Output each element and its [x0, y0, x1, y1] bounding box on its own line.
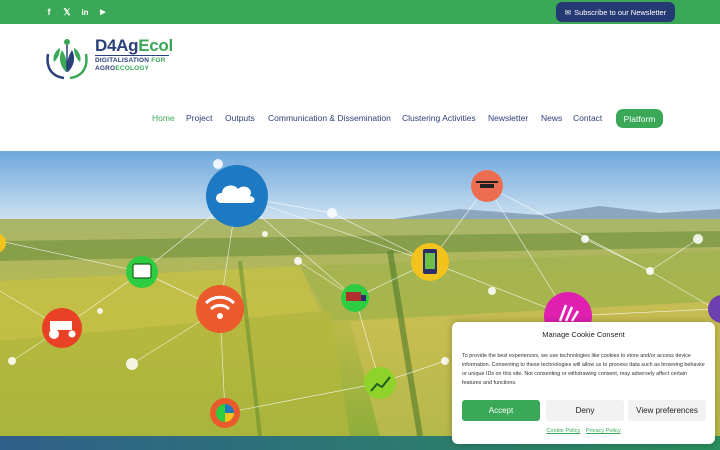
growth-chart-icon	[364, 367, 396, 399]
top-bar: f 𝕏 in ▶ ✉ Subscribe to our Newsletter	[0, 0, 720, 24]
platform-button[interactable]: Platform	[616, 109, 663, 128]
youtube-icon[interactable]: ▶	[97, 6, 109, 18]
tractor-icon	[42, 308, 82, 348]
cookie-title: Manage Cookie Consent	[542, 330, 625, 339]
accept-button[interactable]: Accept	[462, 400, 540, 421]
x-icon[interactable]: 𝕏	[61, 6, 73, 18]
site-header: D4AgEcol DIGITALISATION FOR AGROECOLOGY …	[0, 24, 720, 151]
nav-home[interactable]: Home	[152, 113, 175, 123]
facebook-icon[interactable]: f	[43, 6, 55, 18]
subscribe-newsletter-button[interactable]: ✉ Subscribe to our Newsletter	[556, 2, 675, 22]
truck-icon	[341, 284, 369, 312]
page: f 𝕏 in ▶ ✉ Subscribe to our Newsletter D…	[0, 0, 720, 450]
nav-communication-dissemination[interactable]: Communication & Dissemination	[268, 113, 391, 123]
leaf-logo-icon	[46, 39, 88, 80]
cookie-description: To provide the best experiences, we use …	[462, 353, 706, 386]
cookie-links: Cookie Policy Privacy Policy	[452, 428, 715, 434]
nav-news[interactable]: News	[541, 113, 562, 123]
tablet-icon	[126, 256, 158, 288]
pie-chart-icon	[210, 398, 240, 428]
smartphone-icon	[411, 243, 449, 281]
site-logo[interactable]: D4AgEcol DIGITALISATION FOR AGROECOLOGY	[44, 36, 176, 80]
envelope-icon: ✉	[564, 7, 572, 17]
view-preferences-button[interactable]: View preferences	[628, 400, 706, 421]
nav-outputs[interactable]: Outputs	[225, 113, 255, 123]
cloud-icon	[206, 165, 268, 227]
subscribe-label: Subscribe to our Newsletter	[574, 7, 667, 17]
nav-project[interactable]: Project	[186, 113, 212, 123]
nav-clustering-activities[interactable]: Clustering Activities	[402, 113, 476, 123]
linkedin-icon[interactable]: in	[79, 6, 91, 18]
nav-contact[interactable]: Contact	[573, 113, 602, 123]
logo-subtitle-2: AGROECOLOGY	[95, 65, 150, 72]
privacy-policy-link[interactable]: Privacy Policy	[586, 428, 621, 434]
logo-subtitle: DIGITALISATION FOR	[95, 57, 166, 64]
logo-title: D4AgEcol	[95, 36, 173, 55]
nav-newsletter[interactable]: Newsletter	[488, 113, 528, 123]
cookie-policy-link[interactable]: Cookie Policy	[546, 428, 580, 434]
drone-icon	[471, 170, 503, 202]
deny-button[interactable]: Deny	[546, 400, 624, 421]
logo-divider	[95, 55, 169, 56]
cookie-consent-dialog: Manage Cookie Consent To provide the bes…	[452, 322, 715, 444]
wifi-icon	[196, 285, 244, 333]
